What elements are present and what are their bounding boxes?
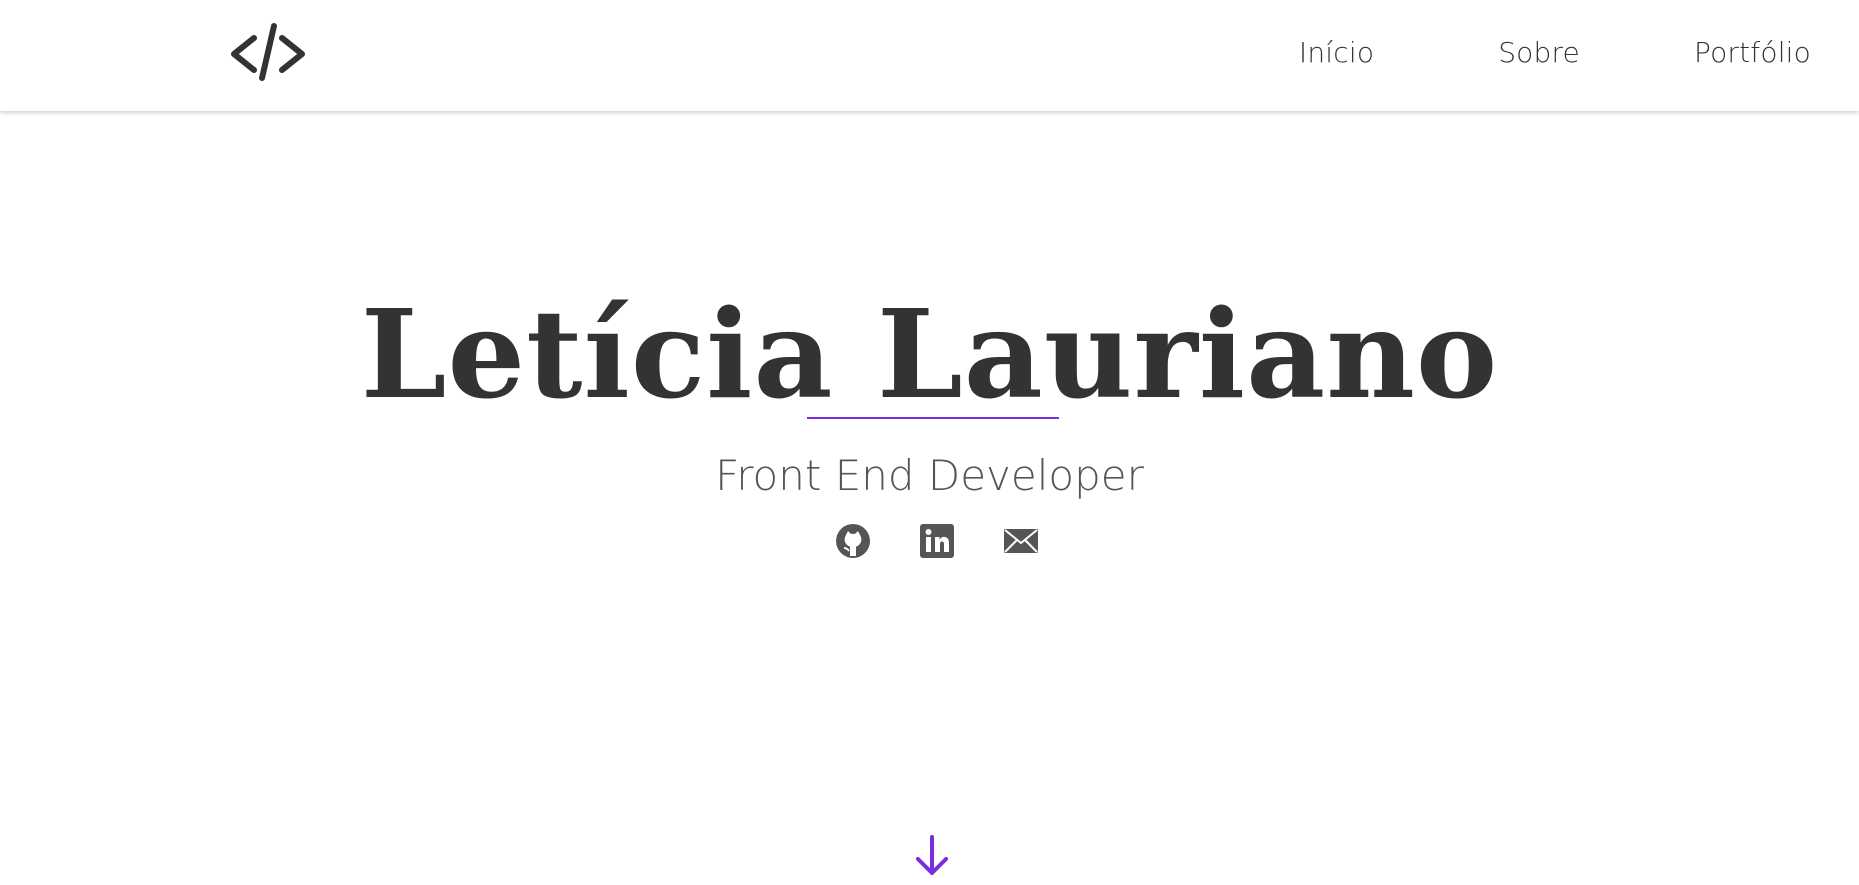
github-icon [835, 524, 870, 558]
hero-subtitle: Front End Developer [715, 451, 1144, 500]
arrow-down-icon [916, 835, 948, 875]
logo-link[interactable] [228, 20, 308, 84]
email-link[interactable] [1003, 523, 1039, 559]
nav-link-sobre[interactable]: Sobre [1498, 36, 1580, 69]
title-underline [807, 417, 1059, 419]
linkedin-icon [919, 524, 954, 558]
hero-title: Letícia Lauriano [360, 282, 1499, 426]
nav-link-portfolio[interactable]: Portfólio [1694, 36, 1811, 69]
github-link[interactable] [835, 523, 871, 559]
social-links [0, 523, 1859, 559]
nav-menu: Início Sobre Portfólio [1299, 0, 1811, 104]
nav-link-inicio[interactable]: Início [1299, 36, 1374, 69]
code-brackets-icon [231, 23, 305, 81]
linkedin-link[interactable] [919, 523, 955, 559]
mail-icon [1003, 529, 1038, 553]
navbar: Início Sobre Portfólio [0, 0, 1859, 111]
scroll-down-link[interactable] [912, 831, 952, 881]
hero-section: Letícia Lauriano Front End Developer [0, 111, 1859, 881]
